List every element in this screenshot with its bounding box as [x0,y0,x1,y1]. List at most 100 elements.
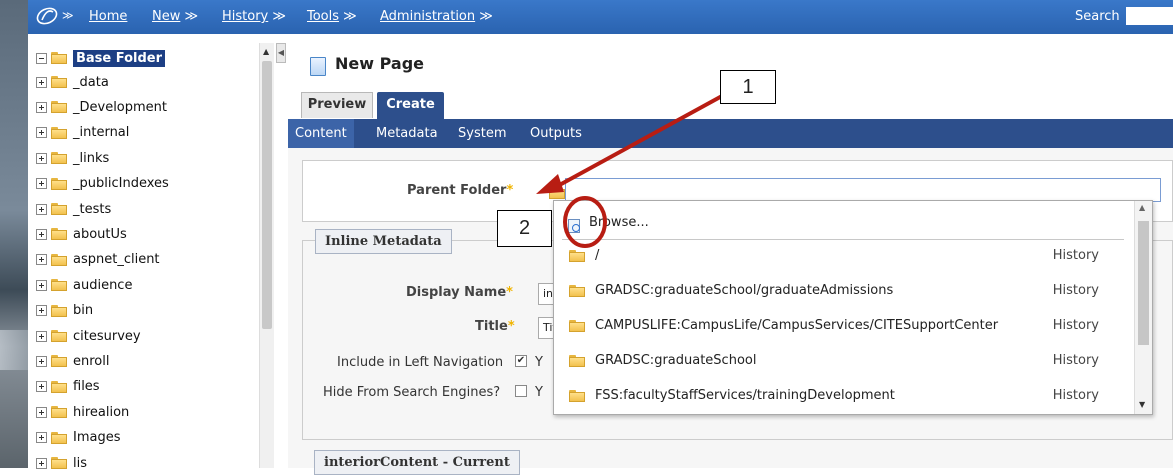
tree-item-label[interactable]: files [73,379,100,394]
recent-folder-path[interactable]: CAMPUSLIFE:CampusLife/CampusServices/CIT… [595,318,998,333]
recent-folder-path[interactable]: / [595,248,599,263]
expand-icon[interactable] [36,152,47,164]
recent-folder-option[interactable]: / History [554,239,1136,274]
subtab-content[interactable]: Content [288,119,354,148]
tree-item[interactable]: _Development [28,95,167,119]
tree-item-label[interactable]: _tests [73,202,111,217]
recent-folder-path[interactable]: GRADSC:graduateSchool/graduateAdmissions [595,283,893,298]
expand-icon[interactable] [36,279,47,291]
tree-item-label[interactable]: enroll [73,354,109,369]
nav-tools[interactable]: Tools ≫ [307,9,357,24]
expand-icon[interactable] [36,381,47,393]
inline-metadata-legend: Inline Metadata [315,229,452,254]
dropdown-scrollbar[interactable]: ▲ ▼ [1134,201,1152,414]
tree-item[interactable]: _tests [28,197,111,221]
collapse-sidebar-button[interactable]: ◀ [276,43,286,63]
nav-home-label[interactable]: Home [89,9,127,24]
folder-icon [51,304,67,317]
nav-new[interactable]: New ≫ [152,9,198,24]
parent-folder-picker-icon[interactable] [549,187,565,199]
nav-tools-label[interactable]: Tools [307,9,339,24]
tree-item-label[interactable]: aspnet_client [73,252,160,267]
tree-root[interactable]: Base Folder [28,46,166,70]
parent-folder-input[interactable] [565,178,1161,202]
scroll-down-icon[interactable]: ▼ [1139,400,1145,409]
recent-folder-path[interactable]: FSS:facultyStaffServices/trainingDevelop… [595,388,895,403]
expand-icon[interactable] [36,254,47,266]
expand-icon[interactable] [36,101,47,113]
tree-item-label[interactable]: Images [73,430,121,445]
recent-folder-option[interactable]: GRADSC:graduateSchool/graduateAdmissions… [554,274,1136,309]
recent-folder-option[interactable]: FSS:facultyStaffServices/trainingDevelop… [554,379,1136,414]
expand-icon[interactable] [36,457,47,469]
expand-icon[interactable] [36,432,47,444]
tree-root-label[interactable]: Base Folder [73,49,166,67]
left-nav-yes-label: Y [535,355,543,370]
hide-search-checkbox[interactable] [515,385,527,397]
tree-item-label[interactable]: _Development [73,100,167,115]
tab-create[interactable]: Create [377,92,444,119]
tree-item-label[interactable]: hirealion [73,405,129,420]
tree-item-label[interactable]: citesurvey [73,329,141,344]
tree-item-label[interactable]: audience [73,278,132,293]
nav-history[interactable]: History ≫ [222,9,286,24]
expand-icon[interactable] [36,228,47,240]
tree-item[interactable]: files [28,375,100,399]
recent-folder-path[interactable]: GRADSC:graduateSchool [595,353,756,368]
nav-administration-label[interactable]: Administration [380,9,475,24]
tab-preview[interactable]: Preview [301,92,373,118]
recent-folder-option[interactable]: GRADSC:graduateSchool History [554,344,1136,379]
expand-icon[interactable] [36,203,47,215]
folder-icon [51,279,67,292]
callout-2: 2 [497,210,552,247]
expand-icon[interactable] [36,76,47,88]
browse-option[interactable]: Browse... [554,204,1136,239]
scroll-up-icon[interactable]: ▲ [263,47,269,56]
expand-icon[interactable] [36,305,47,317]
tree-item[interactable]: Images [28,426,121,450]
nav-new-label[interactable]: New [152,9,180,24]
left-nav-checkbox[interactable]: ✔ [515,355,527,367]
tree-item-label[interactable]: _internal [73,125,129,140]
browse-label[interactable]: Browse... [589,215,649,230]
tree-item-label[interactable]: _data [73,75,109,90]
expand-icon[interactable] [36,127,47,139]
page-icon [310,57,326,76]
tree-item-label[interactable]: bin [73,303,93,318]
tree-item[interactable]: enroll [28,349,109,373]
expand-icon[interactable] [36,355,47,367]
collapse-icon[interactable] [36,52,47,64]
tree-item[interactable]: hirealion [28,400,129,424]
tree-item[interactable]: _links [28,146,109,170]
subtab-outputs[interactable]: Outputs [530,126,582,141]
subtab-metadata[interactable]: Metadata [376,126,438,141]
tree-item[interactable]: aspnet_client [28,248,160,272]
tree-item-label[interactable]: _links [73,151,109,166]
cascade-logo-icon[interactable] [36,6,58,26]
scroll-up-icon[interactable]: ▲ [1139,203,1145,212]
tree-item[interactable]: audience [28,273,132,297]
search-input[interactable] [1126,7,1173,25]
subtab-system[interactable]: System [458,126,506,141]
tree-item-label[interactable]: lis [73,456,87,471]
recent-folder-option[interactable]: CAMPUSLIFE:CampusLife/CampusServices/CIT… [554,309,1136,344]
tree-item[interactable]: _data [28,70,109,94]
tree-item[interactable]: bin [28,299,93,323]
nav-home[interactable]: Home [89,9,127,24]
expand-icon[interactable] [36,330,47,342]
tree-item[interactable]: citesurvey [28,324,141,348]
tree-scrollbar[interactable]: ▲ [259,43,274,468]
logo-menu-chevron-icon[interactable]: ≫ [62,9,74,22]
tree-item[interactable]: _internal [28,121,129,145]
tree-item-label[interactable]: _publicIndexes [73,176,169,191]
tree-item[interactable]: _publicIndexes [28,172,169,196]
dropdown-scrollbar-thumb[interactable] [1138,221,1149,345]
nav-administration[interactable]: Administration ≫ [380,9,493,24]
tree-item[interactable]: lis [28,451,87,475]
expand-icon[interactable] [36,178,47,190]
expand-icon[interactable] [36,406,47,418]
tree-item-label[interactable]: aboutUs [73,227,127,242]
tree-scrollbar-thumb[interactable] [262,61,272,329]
nav-history-label[interactable]: History [222,9,268,24]
tree-item[interactable]: aboutUs [28,222,127,246]
